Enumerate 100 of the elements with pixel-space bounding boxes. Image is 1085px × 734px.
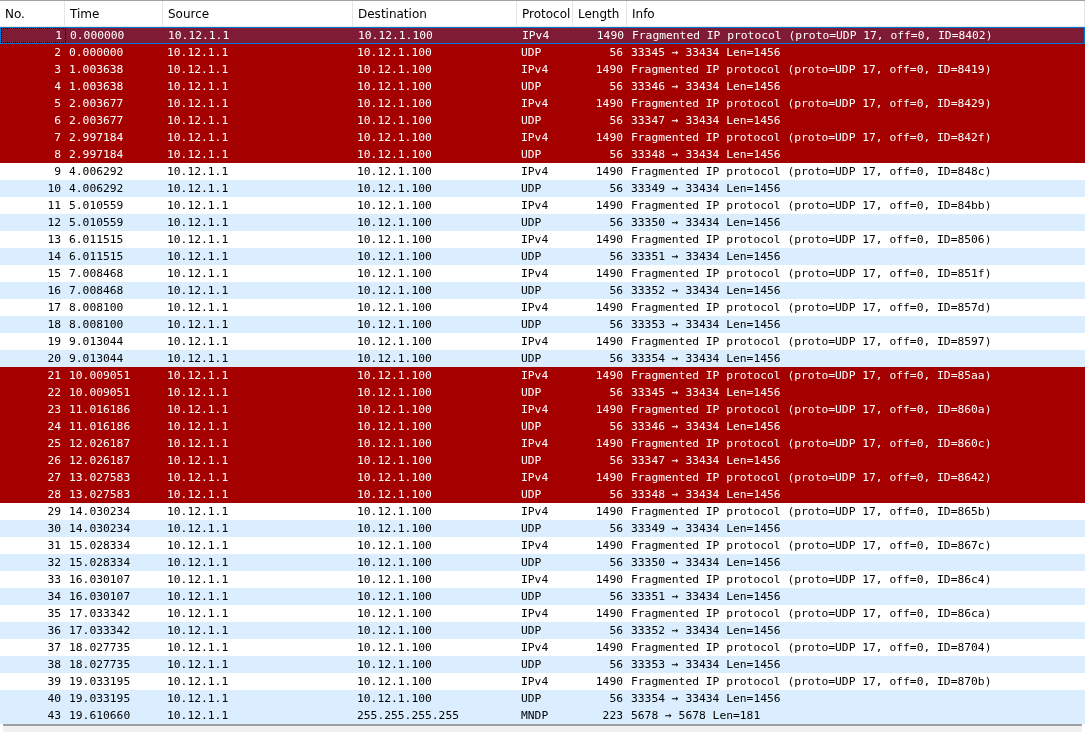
table-cell-text: 8 <box>53 147 62 162</box>
column-header[interactable]: Protocol <box>517 1 573 26</box>
table-cell-text: Fragmented IP protocol (proto=UDP 17, off=0, ID=867c) <box>630 538 993 553</box>
packet-row[interactable]: 1 0.000000 10.12.1.1 10.12.1.100 IPv4 1490 Fragmented IP protocol (proto=UDP 17, off=0, ID=8402) <box>0 27 1085 44</box>
table-cell-text: 30 <box>46 521 62 536</box>
packet-row[interactable]: 27 13.027583 10.12.1.1 10.12.1.100 IPv4 1490 Fragmented IP protocol (proto=UDP 17, off=0, ID=8642) <box>0 469 1085 486</box>
packet-row[interactable]: 8 2.997184 10.12.1.1 10.12.1.100 UDP 56 33348 → 33434 Len=1456 <box>0 146 1085 163</box>
table-cell-text: 5678 → 5678 Len=181 <box>630 708 762 723</box>
packet-row[interactable]: 2 0.000000 10.12.1.1 10.12.1.100 UDP 56 33345 → 33434 Len=1456 <box>0 44 1085 61</box>
table-cell-text: UDP <box>520 181 543 196</box>
table-cell-text: 16 <box>46 283 62 298</box>
packet-row[interactable]: 32 15.028334 10.12.1.1 10.12.1.100 UDP 56 33350 → 33434 Len=1456 <box>0 554 1085 571</box>
table-cell-text: 10.12.1.1 <box>166 249 230 264</box>
table-cell-text: 10.12.1.100 <box>356 249 433 264</box>
table-cell-text: 2.997184 <box>68 147 125 162</box>
packet-row[interactable]: 22 10.009051 10.12.1.1 10.12.1.100 UDP 56 33345 → 33434 Len=1456 <box>0 384 1085 401</box>
table-cell-text: 9.013044 <box>68 334 125 349</box>
table-cell-text: 10.12.1.1 <box>166 487 230 502</box>
table-cell-text: 23 <box>46 402 62 417</box>
table-cell-text: 10.12.1.100 <box>356 657 433 672</box>
packet-row[interactable]: 25 12.026187 10.12.1.1 10.12.1.100 IPv4 1490 Fragmented IP protocol (proto=UDP 17, off=0, ID=860c) <box>0 435 1085 452</box>
table-cell-text: 10.12.1.100 <box>356 487 433 502</box>
packet-row[interactable]: 7 2.997184 10.12.1.1 10.12.1.100 IPv4 1490 Fragmented IP protocol (proto=UDP 17, off=0, ID=842f) <box>0 129 1085 146</box>
table-cell-text: 10.12.1.1 <box>166 691 230 706</box>
column-header[interactable]: Length <box>573 1 627 26</box>
packet-row[interactable]: 20 9.013044 10.12.1.1 10.12.1.100 UDP 56 33354 → 33434 Len=1456 <box>0 350 1085 367</box>
packet-row[interactable]: 38 18.027735 10.12.1.1 10.12.1.100 UDP 56 33353 → 33434 Len=1456 <box>0 656 1085 673</box>
packet-row[interactable]: 26 12.026187 10.12.1.1 10.12.1.100 UDP 56 33347 → 33434 Len=1456 <box>0 452 1085 469</box>
table-cell-text: IPv4 <box>520 436 550 451</box>
table-cell-text: 10.12.1.1 <box>166 623 230 638</box>
table-cell-text: 1490 <box>594 232 624 247</box>
table-cell-text: 39 <box>46 674 62 689</box>
table-cell-text: 10.12.1.1 <box>166 640 230 655</box>
table-cell-text: 6 <box>53 113 62 128</box>
packet-row[interactable]: 36 17.033342 10.12.1.1 10.12.1.100 UDP 56 33352 → 33434 Len=1456 <box>0 622 1085 639</box>
table-cell-text: 33346 → 33434 Len=1456 <box>630 419 782 434</box>
packet-row[interactable]: 28 13.027583 10.12.1.1 10.12.1.100 UDP 56 33348 → 33434 Len=1456 <box>0 486 1085 503</box>
packet-row[interactable]: 30 14.030234 10.12.1.1 10.12.1.100 UDP 56 33349 → 33434 Len=1456 <box>0 520 1085 537</box>
table-cell-text: 11.016186 <box>68 402 132 417</box>
table-cell-text: UDP <box>520 657 543 672</box>
table-cell-text: IPv4 <box>520 300 550 315</box>
table-cell-text: 11.016186 <box>68 419 132 434</box>
table-cell-text: 56 <box>608 249 624 264</box>
table-cell-text: 10.12.1.1 <box>166 657 230 672</box>
table-cell-text: 37 <box>46 640 62 655</box>
packet-row[interactable]: 43 19.610660 10.12.1.1 255.255.255.255 MNDP 223 5678 → 5678 Len=181 <box>0 707 1085 724</box>
table-cell-text: 10.12.1.1 <box>166 368 230 383</box>
packet-row[interactable]: 21 10.009051 10.12.1.1 10.12.1.100 IPv4 1490 Fragmented IP protocol (proto=UDP 17, off=0, ID=85aa) <box>0 367 1085 384</box>
packet-row[interactable]: 14 6.011515 10.12.1.1 10.12.1.100 UDP 56 33351 → 33434 Len=1456 <box>0 248 1085 265</box>
packet-row[interactable]: 23 11.016186 10.12.1.1 10.12.1.100 IPv4 1490 Fragmented IP protocol (proto=UDP 17, off=0, ID=860a) <box>0 401 1085 418</box>
table-cell-text: 13.027583 <box>68 487 132 502</box>
table-cell-text: 15.028334 <box>68 538 132 553</box>
table-cell-text: 7.008468 <box>68 266 125 281</box>
table-cell-text: UDP <box>520 555 543 570</box>
packet-row[interactable]: 18 8.008100 10.12.1.1 10.12.1.100 UDP 56 33353 → 33434 Len=1456 <box>0 316 1085 333</box>
packet-row[interactable]: 10 4.006292 10.12.1.1 10.12.1.100 UDP 56 33349 → 33434 Len=1456 <box>0 180 1085 197</box>
table-cell-text: IPv4 <box>520 334 550 349</box>
table-cell-text: 0.000000 <box>69 28 126 43</box>
table-cell-text: IPv4 <box>520 164 550 179</box>
table-cell-text: 2 <box>53 45 62 60</box>
table-cell-text: 10.12.1.1 <box>166 62 230 77</box>
table-cell-text: 56 <box>608 589 624 604</box>
table-cell-text: 32 <box>46 555 62 570</box>
table-cell-text: 10.12.1.100 <box>356 62 433 77</box>
packet-row[interactable]: 40 19.033195 10.12.1.1 10.12.1.100 UDP 56 33354 → 33434 Len=1456 <box>0 690 1085 707</box>
table-cell-text: 10.12.1.1 <box>166 453 230 468</box>
table-cell-text: 33350 → 33434 Len=1456 <box>630 555 782 570</box>
horizontal-scrollbar[interactable] <box>3 724 1082 732</box>
column-header[interactable]: Destination <box>353 1 517 26</box>
column-header[interactable]: Info <box>627 1 1085 26</box>
table-cell-text: 10 <box>46 181 62 196</box>
packet-row[interactable]: 12 5.010559 10.12.1.1 10.12.1.100 UDP 56 33350 → 33434 Len=1456 <box>0 214 1085 231</box>
column-header[interactable]: Source <box>163 1 353 26</box>
packet-row[interactable]: 6 2.003677 10.12.1.1 10.12.1.100 UDP 56 33347 → 33434 Len=1456 <box>0 112 1085 129</box>
table-cell-text: 22 <box>46 385 62 400</box>
table-cell-text: UDP <box>520 351 543 366</box>
table-cell-text: 34 <box>46 589 62 604</box>
column-header[interactable]: No. <box>0 1 65 26</box>
table-cell-text: 27 <box>46 470 62 485</box>
table-cell-text: UDP <box>520 283 543 298</box>
table-cell-text: 13.027583 <box>68 470 132 485</box>
packet-row[interactable]: 5 2.003677 10.12.1.1 10.12.1.100 IPv4 1490 Fragmented IP protocol (proto=UDP 17, off=0, ID=8429) <box>0 95 1085 112</box>
table-cell-text: 10.12.1.100 <box>356 232 433 247</box>
column-header[interactable]: Time <box>65 1 163 26</box>
table-cell-text: 35 <box>46 606 62 621</box>
table-cell-text: 10.12.1.1 <box>166 283 230 298</box>
table-cell-text: UDP <box>520 623 543 638</box>
packet-row[interactable]: 4 1.003638 10.12.1.1 10.12.1.100 UDP 56 33346 → 33434 Len=1456 <box>0 78 1085 95</box>
packet-row[interactable]: 16 7.008468 10.12.1.1 10.12.1.100 UDP 56 33352 → 33434 Len=1456 <box>0 282 1085 299</box>
table-cell-text: 10.12.1.1 <box>166 334 230 349</box>
packet-row[interactable]: 3 1.003638 10.12.1.1 10.12.1.100 IPv4 1490 Fragmented IP protocol (proto=UDP 17, off=0, ID=8419) <box>0 61 1085 78</box>
packet-row[interactable]: 24 11.016186 10.12.1.1 10.12.1.100 UDP 56 33346 → 33434 Len=1456 <box>0 418 1085 435</box>
table-cell-text: Fragmented IP protocol (proto=UDP 17, off=0, ID=8597) <box>630 334 993 349</box>
table-cell-text: IPv4 <box>520 232 550 247</box>
table-cell-text: 1490 <box>594 164 624 179</box>
table-cell-text: 12.026187 <box>68 453 132 468</box>
table-cell-text: 10.12.1.100 <box>356 317 433 332</box>
table-cell-text: 10.12.1.1 <box>166 96 230 111</box>
packet-row[interactable]: 34 16.030107 10.12.1.1 10.12.1.100 UDP 56 33351 → 33434 Len=1456 <box>0 588 1085 605</box>
table-cell-text: UDP <box>520 487 543 502</box>
